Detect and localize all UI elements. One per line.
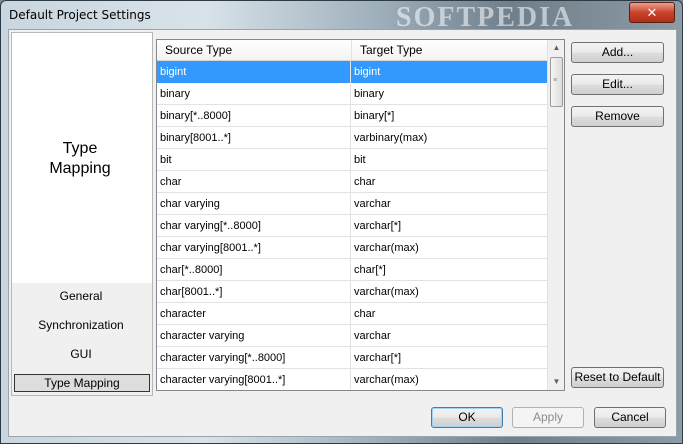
target-type-cell: varchar(max) bbox=[354, 242, 419, 254]
source-type-cell: char[8001..*] bbox=[157, 281, 351, 303]
reset-to-default-button[interactable]: Reset to Default bbox=[571, 367, 664, 388]
table-row[interactable]: bit bit bbox=[157, 149, 547, 171]
target-type-cell: varchar bbox=[354, 198, 391, 210]
target-type-cell: varchar[*] bbox=[354, 220, 402, 232]
source-type-cell: binary[8001..*] bbox=[157, 127, 351, 149]
table-row[interactable]: binary[*..8000] binary[*] bbox=[157, 105, 547, 127]
add-button[interactable]: Add... bbox=[571, 42, 664, 63]
type-mapping-grid: Source Type Target Type bigint bigint bina… bbox=[156, 39, 565, 391]
source-type-cell: char varying bbox=[157, 193, 351, 215]
scrollbar-thumb[interactable]: ≡ bbox=[550, 57, 563, 107]
table-row[interactable]: char[*..8000] char[*] bbox=[157, 259, 547, 281]
source-type-cell: char varying[*..8000] bbox=[157, 215, 351, 237]
remove-button[interactable]: Remove bbox=[571, 106, 664, 127]
table-row[interactable]: character varying[8001..*] varchar(max) bbox=[157, 369, 547, 390]
nav-item-gui[interactable]: GUI bbox=[14, 345, 148, 363]
target-type-cell: bigint bbox=[354, 66, 381, 78]
source-type-cell: char varying[8001..*] bbox=[157, 237, 351, 259]
table-row[interactable]: binary binary bbox=[157, 83, 547, 105]
target-type-cell: char[*] bbox=[354, 264, 386, 276]
table-row[interactable]: bigint bigint bbox=[157, 61, 547, 83]
column-header-source-type[interactable]: Source Type bbox=[157, 40, 352, 60]
source-type-cell: bigint bbox=[157, 61, 351, 83]
source-type-cell: character bbox=[157, 303, 351, 325]
table-row[interactable]: char varying[*..8000] varchar[*] bbox=[157, 215, 547, 237]
close-icon: ✕ bbox=[646, 5, 658, 20]
grip-icon: ≡ bbox=[553, 77, 558, 84]
target-type-cell: binary bbox=[354, 88, 384, 100]
nav-heading-line2: Mapping bbox=[49, 160, 111, 177]
close-button[interactable]: ✕ bbox=[629, 2, 675, 23]
target-type-cell: bit bbox=[354, 154, 366, 166]
nav-item-type-mapping[interactable]: Type Mapping bbox=[14, 374, 150, 392]
source-type-cell: character varying bbox=[157, 325, 351, 347]
source-type-cell: character varying[*..8000] bbox=[157, 347, 351, 369]
target-type-cell: varchar[*] bbox=[354, 352, 402, 364]
source-type-cell: character varying[8001..*] bbox=[157, 369, 351, 390]
nav-item-general[interactable]: General bbox=[14, 287, 148, 305]
target-type-cell: char bbox=[354, 176, 376, 188]
source-type-cell: char bbox=[157, 171, 351, 193]
source-type-cell: char[*..8000] bbox=[157, 259, 351, 281]
edit-button[interactable]: Edit... bbox=[571, 74, 664, 95]
nav-item-synchronization[interactable]: Synchronization bbox=[14, 316, 148, 334]
target-type-cell: char bbox=[354, 308, 376, 320]
table-row[interactable]: binary[8001..*] varbinary(max) bbox=[157, 127, 547, 149]
grid-header: Source Type Target Type bbox=[157, 40, 547, 61]
settings-window: Default Project Settings SOFTPEDIA ✕ Typ… bbox=[0, 0, 683, 444]
column-header-target-type[interactable]: Target Type bbox=[352, 40, 547, 60]
table-row[interactable]: character char bbox=[157, 303, 547, 325]
apply-button: Apply bbox=[512, 407, 584, 428]
dialog-body: Type Mapping General Synchronization GUI… bbox=[8, 29, 677, 437]
target-type-cell: varchar bbox=[354, 330, 391, 342]
grid-vertical-scrollbar[interactable]: ▲ ≡ ▼ bbox=[547, 40, 564, 390]
nav-list: General Synchronization GUI Type Mapping bbox=[12, 283, 152, 395]
source-type-cell: binary[*..8000] bbox=[157, 105, 351, 127]
target-type-cell: varbinary(max) bbox=[354, 132, 428, 144]
table-row[interactable]: char varying[8001..*] varchar(max) bbox=[157, 237, 547, 259]
target-type-cell: varchar(max) bbox=[354, 286, 419, 298]
ok-button[interactable]: OK bbox=[431, 407, 503, 428]
target-type-cell: binary[*] bbox=[354, 110, 395, 122]
target-type-cell: varchar(max) bbox=[354, 374, 419, 386]
scroll-up-arrow-icon[interactable]: ▲ bbox=[548, 40, 564, 56]
title-bar[interactable]: Default Project Settings SOFTPEDIA ✕ bbox=[1, 1, 682, 33]
settings-nav-pane: Type Mapping General Synchronization GUI… bbox=[11, 32, 153, 396]
table-row[interactable]: char[8001..*] varchar(max) bbox=[157, 281, 547, 303]
table-row[interactable]: char char bbox=[157, 171, 547, 193]
source-type-cell: binary bbox=[157, 83, 351, 105]
source-type-cell: bit bbox=[157, 149, 351, 171]
table-row[interactable]: char varying varchar bbox=[157, 193, 547, 215]
scroll-down-arrow-icon[interactable]: ▼ bbox=[548, 374, 564, 390]
table-row[interactable]: character varying varchar bbox=[157, 325, 547, 347]
nav-heading: Type Mapping bbox=[12, 139, 148, 179]
cancel-button[interactable]: Cancel bbox=[594, 407, 666, 428]
window-title: Default Project Settings bbox=[9, 8, 151, 22]
nav-heading-line1: Type bbox=[62, 140, 98, 157]
table-row[interactable]: character varying[*..8000] varchar[*] bbox=[157, 347, 547, 369]
